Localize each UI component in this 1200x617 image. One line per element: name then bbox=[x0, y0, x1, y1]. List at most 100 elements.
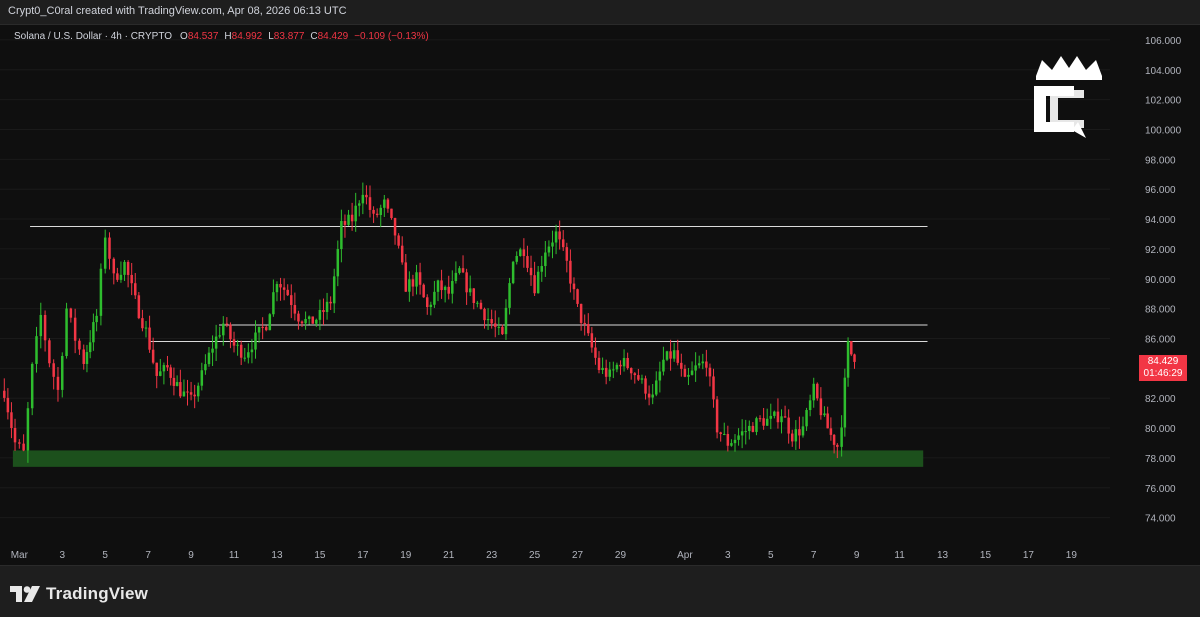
candle-body bbox=[318, 310, 322, 320]
candle-body bbox=[155, 362, 158, 376]
time-tick-label: 7 bbox=[811, 550, 817, 561]
candle-body bbox=[229, 324, 232, 340]
candle-body bbox=[594, 347, 597, 358]
candle-body bbox=[816, 383, 819, 399]
candle-body bbox=[243, 357, 247, 359]
price-tick-label: 76.000 bbox=[1145, 484, 1176, 495]
candle-body bbox=[669, 351, 672, 359]
candle-body bbox=[740, 431, 744, 436]
candle-body bbox=[92, 322, 95, 343]
candle-body bbox=[526, 256, 529, 268]
candle-body bbox=[511, 261, 515, 284]
high-label: H bbox=[224, 31, 232, 42]
time-tick-label: 3 bbox=[59, 550, 65, 561]
candle-body bbox=[30, 363, 34, 409]
price-tick-label: 104.000 bbox=[1145, 66, 1182, 77]
candle-body bbox=[182, 391, 186, 397]
candle-body bbox=[103, 237, 107, 269]
level-lines-layer bbox=[30, 226, 928, 342]
candle-body bbox=[247, 352, 250, 358]
tradingview-logo-icon bbox=[10, 586, 40, 602]
candle-body bbox=[300, 321, 304, 324]
candle-body bbox=[501, 326, 504, 335]
price-tick-label: 82.000 bbox=[1145, 394, 1176, 405]
candle-body bbox=[239, 344, 243, 358]
candle-body bbox=[748, 425, 751, 432]
candle-body bbox=[540, 266, 544, 272]
time-tick-label: 25 bbox=[529, 550, 541, 561]
candle-body bbox=[547, 246, 551, 253]
candle-body bbox=[372, 209, 375, 214]
candle-body bbox=[572, 283, 576, 290]
candle-body bbox=[536, 271, 540, 294]
candle-body bbox=[141, 318, 144, 329]
candle-body bbox=[751, 425, 755, 432]
candle-body bbox=[73, 317, 77, 341]
candle-body bbox=[404, 262, 408, 292]
candle-body bbox=[601, 367, 604, 370]
candle-body bbox=[637, 375, 640, 380]
candle-body bbox=[166, 365, 169, 368]
candle-body bbox=[730, 443, 733, 446]
candle-body bbox=[497, 326, 501, 328]
candle-body bbox=[88, 342, 92, 353]
time-axis: Mar 3 5 7 9 11 13 15 17 19 21 23 25 27 29 Apr 3 5 7 9 11 13 15… bbox=[11, 550, 1078, 561]
candle-body bbox=[612, 369, 615, 371]
symbol-name: Solana / U.S. Dollar · 4h · CRYPTO bbox=[14, 31, 173, 42]
candle-body bbox=[622, 357, 626, 367]
candle-body bbox=[447, 286, 450, 294]
candle-body bbox=[433, 291, 436, 305]
candle-body bbox=[130, 274, 133, 284]
candle-body bbox=[408, 279, 411, 292]
candle-body bbox=[819, 398, 823, 416]
candle-body bbox=[307, 316, 311, 319]
low-value: 83.877 bbox=[273, 31, 305, 42]
high-value: 84.992 bbox=[231, 31, 263, 42]
candle-body bbox=[619, 364, 622, 367]
candle-body bbox=[569, 260, 572, 284]
candle-body bbox=[172, 377, 176, 386]
time-tick-label: 19 bbox=[1066, 550, 1078, 561]
candle-body bbox=[393, 218, 397, 236]
tradingview-logo[interactable]: TradingView bbox=[10, 584, 148, 604]
candle-body bbox=[26, 408, 30, 451]
candle-body bbox=[148, 327, 151, 350]
candle-body bbox=[189, 392, 193, 395]
time-tick-label: 17 bbox=[357, 550, 369, 561]
last-price-tag: 84.429 01:46:29 bbox=[1139, 354, 1187, 381]
candle-body bbox=[415, 272, 418, 287]
candle-body bbox=[3, 390, 6, 398]
time-tick-label: 9 bbox=[854, 550, 860, 561]
candle-body bbox=[375, 213, 379, 216]
candle-body bbox=[790, 433, 794, 442]
candle-body bbox=[737, 435, 740, 440]
candle-body bbox=[426, 297, 429, 307]
price-tick-label: 86.000 bbox=[1145, 334, 1176, 345]
candle-body bbox=[99, 268, 103, 316]
candle-body bbox=[508, 283, 511, 308]
candle-body bbox=[465, 272, 468, 293]
candle-body bbox=[604, 367, 608, 377]
candle-body bbox=[61, 355, 64, 390]
attribution-bar: Crypt0_C0ral created with TradingView.co… bbox=[0, 0, 1200, 25]
price-tick-label: 98.000 bbox=[1145, 155, 1176, 166]
time-tick-label: 15 bbox=[314, 550, 326, 561]
chart-area[interactable]: 74.00076.00078.00080.00082.00084.00086.0… bbox=[0, 25, 1200, 565]
candle-body bbox=[708, 367, 712, 377]
candle-body bbox=[576, 289, 579, 304]
candle-body bbox=[193, 394, 196, 397]
grid-layer bbox=[0, 39, 1110, 519]
candle-body bbox=[418, 272, 422, 285]
close-label: C bbox=[310, 31, 318, 42]
candle-body bbox=[823, 413, 826, 416]
candle-body bbox=[218, 335, 221, 337]
candle-body bbox=[69, 308, 73, 318]
price-chart[interactable]: 74.00076.00078.00080.00082.00084.00086.0… bbox=[0, 25, 1200, 565]
candle-body bbox=[336, 249, 340, 277]
candle-body bbox=[144, 327, 148, 329]
candle-body bbox=[126, 261, 130, 275]
price-tick-label: 96.000 bbox=[1145, 185, 1176, 196]
candle-body bbox=[35, 336, 38, 364]
price-tick-label: 94.000 bbox=[1145, 215, 1176, 226]
time-tick-label: 17 bbox=[1023, 550, 1035, 561]
